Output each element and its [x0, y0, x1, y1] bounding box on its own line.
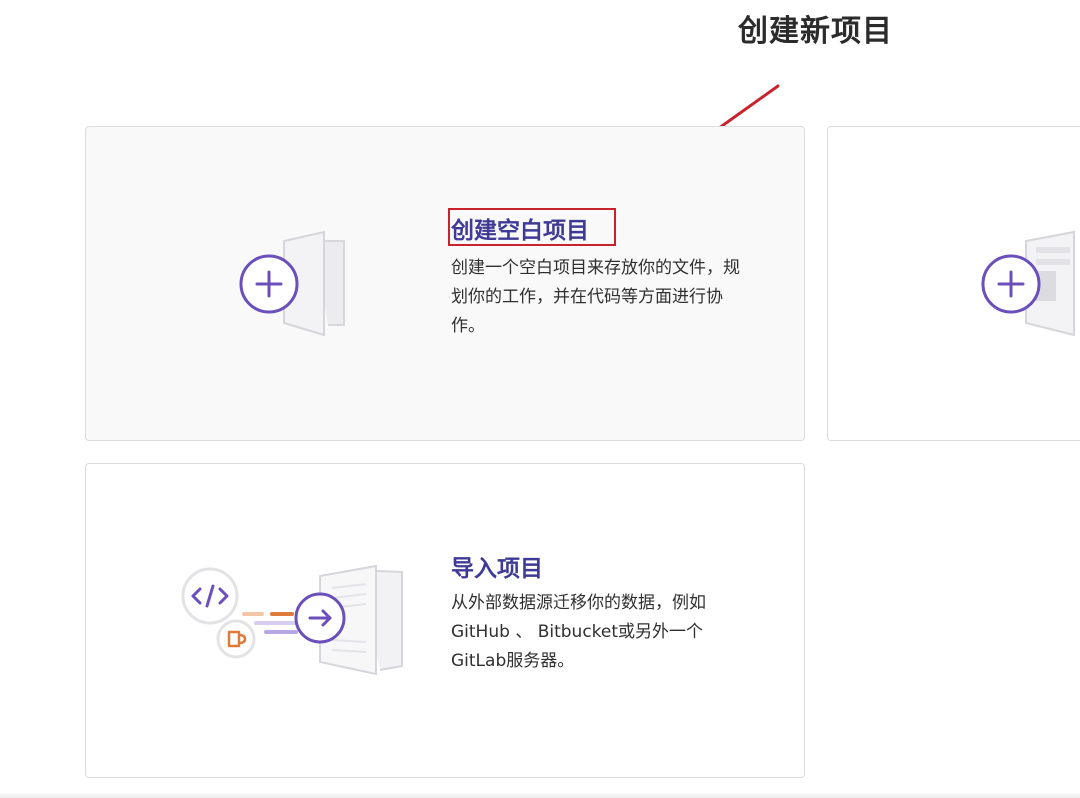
- import-project-card[interactable]: 导入项目 从外部数据源迁移你的数据，例如GitHub 、 Bitbucket或另…: [85, 463, 805, 778]
- blank-project-description: 创建一个空白项目来存放你的文件，规划你的工作，并在代码等方面进行协作。: [451, 258, 740, 336]
- import-project-description: 从外部数据源迁移你的数据，例如GitHub 、 Bitbucket或另外一个Gi…: [451, 593, 706, 671]
- create-blank-project-card[interactable]: 创建空白项目 创建一个空白项目来存放你的文件，规划你的工作，并在代码等方面进行协…: [85, 126, 805, 441]
- blank-project-icon: [239, 230, 345, 337]
- import-project-icon: [181, 564, 403, 676]
- import-project-title: 导入项目: [451, 556, 543, 582]
- annotation-highlight-box: [448, 208, 616, 246]
- page-bottom-edge: [0, 792, 1080, 798]
- annotation-title: 创建新项目: [738, 14, 893, 49]
- template-project-icon: [981, 230, 1075, 337]
- create-from-template-card[interactable]: [827, 126, 1080, 441]
